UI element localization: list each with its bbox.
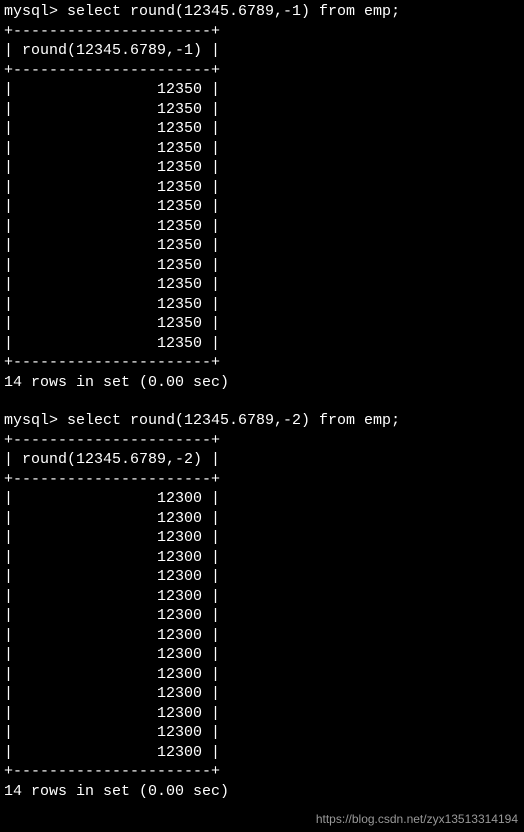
table-border-top-1: +----------------------+ (4, 22, 520, 42)
table-border-mid-2: +----------------------+ (4, 470, 520, 490)
table-border-bottom-1: +----------------------+ (4, 353, 520, 373)
table-row: | 12300 | (4, 723, 520, 743)
table-row: | 12300 | (4, 509, 520, 529)
table-row: | 12350 | (4, 139, 520, 159)
table-row: | 12350 | (4, 217, 520, 237)
table-row: | 12350 | (4, 275, 520, 295)
table-row: | 12350 | (4, 236, 520, 256)
table-row: | 12300 | (4, 489, 520, 509)
table-row: | 12300 | (4, 626, 520, 646)
table-row: | 12300 | (4, 548, 520, 568)
mysql-prompt-1: mysql> select round(12345.6789,-1) from … (4, 2, 520, 22)
table-row: | 12350 | (4, 100, 520, 120)
table-header-2: | round(12345.6789,-2) | (4, 450, 520, 470)
table-row: | 12350 | (4, 158, 520, 178)
table-border-top-2: +----------------------+ (4, 431, 520, 451)
table-row: | 12350 | (4, 119, 520, 139)
table-row: | 12350 | (4, 256, 520, 276)
table-row: | 12300 | (4, 587, 520, 607)
table-row: | 12350 | (4, 314, 520, 334)
table-row: | 12300 | (4, 704, 520, 724)
table-header-1: | round(12345.6789,-1) | (4, 41, 520, 61)
table-row: | 12300 | (4, 606, 520, 626)
table-row: | 12300 | (4, 567, 520, 587)
result-summary-1: 14 rows in set (0.00 sec) (4, 373, 520, 393)
table-row: | 12300 | (4, 743, 520, 763)
blank-line (4, 392, 520, 411)
table-row: | 12350 | (4, 334, 520, 354)
table-row: | 12300 | (4, 684, 520, 704)
table-row: | 12350 | (4, 178, 520, 198)
table-border-mid-1: +----------------------+ (4, 61, 520, 81)
watermark-text: https://blog.csdn.net/zyx13513314194 (316, 812, 518, 828)
terminal-output: mysql> select round(12345.6789,-1) from … (4, 2, 520, 801)
mysql-prompt-2: mysql> select round(12345.6789,-2) from … (4, 411, 520, 431)
table-row: | 12350 | (4, 197, 520, 217)
table-row: | 12300 | (4, 645, 520, 665)
table-row: | 12350 | (4, 295, 520, 315)
table-row: | 12300 | (4, 665, 520, 685)
table-row: | 12300 | (4, 528, 520, 548)
table-border-bottom-2: +----------------------+ (4, 762, 520, 782)
result-summary-2: 14 rows in set (0.00 sec) (4, 782, 520, 802)
table-row: | 12350 | (4, 80, 520, 100)
